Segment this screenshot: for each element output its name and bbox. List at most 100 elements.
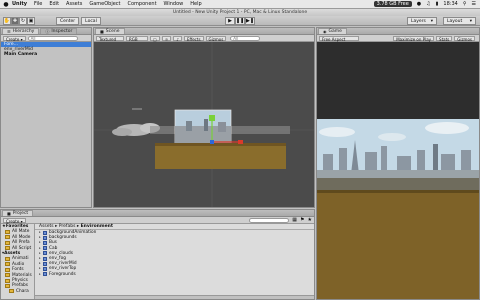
clock[interactable]: 18:34 bbox=[443, 1, 457, 7]
game-cloud bbox=[319, 127, 355, 137]
project-create-label: Create bbox=[6, 218, 20, 224]
project-search-input[interactable] bbox=[249, 217, 290, 223]
draw-mode-dropdown[interactable]: Textured bbox=[96, 35, 124, 42]
filter-label-icon[interactable]: ⚑ bbox=[300, 217, 304, 223]
menu-component[interactable]: Component bbox=[128, 1, 157, 7]
scene-viewport[interactable] bbox=[94, 42, 314, 207]
breadcrumb-item[interactable]: Assets bbox=[39, 224, 54, 229]
game-wall bbox=[317, 178, 479, 190]
prefab-icon bbox=[43, 266, 47, 271]
menu-file[interactable]: File bbox=[34, 1, 42, 7]
pivot-center-toggle[interactable]: Center bbox=[56, 17, 80, 25]
menu-help[interactable]: Help bbox=[190, 1, 201, 7]
tab-game[interactable]: ◉ Game bbox=[318, 28, 347, 34]
apple-menu-icon[interactable]: ● bbox=[0, 1, 12, 8]
scale-tool-button[interactable]: ▣ bbox=[27, 17, 35, 25]
menu-unity[interactable]: Unity bbox=[12, 1, 27, 7]
move-tool-button[interactable]: ✚ bbox=[11, 17, 19, 25]
pivot-center-label: Center bbox=[60, 18, 76, 24]
sprite-outline bbox=[132, 108, 142, 110]
play-controls: ▶ ❚❚ ▶❚ bbox=[225, 17, 255, 25]
aspect-dropdown[interactable]: Free Aspect bbox=[319, 35, 359, 42]
game-ground-edge bbox=[317, 190, 479, 193]
menu-gameobject[interactable]: GameObject bbox=[89, 1, 120, 7]
asset-list-scrollbar[interactable] bbox=[35, 295, 314, 299]
hierarchy-create-button[interactable]: Create ▾ bbox=[3, 35, 26, 42]
menu-assets[interactable]: Assets bbox=[66, 1, 82, 7]
tree-item[interactable]: Chara bbox=[1, 289, 34, 294]
breadcrumb-item[interactable]: Prefabs bbox=[59, 224, 76, 229]
prefab-icon bbox=[43, 246, 47, 251]
hierarchy-search-input[interactable]: All bbox=[27, 35, 78, 41]
tab-project[interactable]: ■ Project bbox=[2, 210, 34, 216]
scene-subbar: Textured RGB ▢ ☼ ♪ Effects Gizmos All bbox=[94, 35, 314, 42]
step-button[interactable]: ▶❚ bbox=[245, 17, 255, 25]
draw-mode-label: Textured bbox=[99, 36, 117, 42]
stats-toggle[interactable]: Stats bbox=[436, 35, 453, 42]
2d-toggle[interactable]: ▢ bbox=[150, 35, 160, 42]
wifi-icon[interactable]: ● bbox=[417, 1, 421, 7]
rotate-tool-button[interactable]: ↻ bbox=[19, 17, 27, 25]
hand-tool-button[interactable]: ✋ bbox=[3, 17, 11, 25]
tab-inspector[interactable]: ⓘ Inspector bbox=[40, 28, 78, 34]
camera-preview-sprite[interactable] bbox=[174, 109, 232, 144]
notification-center-icon[interactable]: ☰ bbox=[472, 1, 476, 7]
menu-window[interactable]: Window bbox=[164, 1, 184, 7]
prefab-icon bbox=[43, 240, 47, 245]
play-icon: ▶ bbox=[228, 18, 232, 24]
star-icon[interactable]: ★ bbox=[308, 217, 312, 223]
layers-dropdown[interactable]: Layers ▾ bbox=[407, 17, 437, 25]
scene-search-input[interactable]: All bbox=[230, 35, 261, 41]
ground-sprite[interactable] bbox=[155, 143, 286, 169]
prefab-icon bbox=[43, 272, 47, 277]
status-area: 3.78 GB Free ● ♫ ▮ 18:34 ⚲ ☰ bbox=[369, 1, 480, 7]
game-panel: ◉ Game Free Aspect Maximize on Play Stat… bbox=[316, 27, 480, 300]
hierarchy-item[interactable]: Main Camera bbox=[1, 52, 91, 57]
pivot-local-toggle[interactable]: Local bbox=[81, 17, 101, 25]
move-icon: ✚ bbox=[12, 18, 18, 24]
game-viewport[interactable] bbox=[317, 42, 479, 299]
scale-icon: ▣ bbox=[28, 18, 34, 24]
stats-label: Stats bbox=[439, 36, 450, 42]
window-title: Untitled - New Unity Project 1 - PC, Mac… bbox=[0, 9, 480, 16]
battery-icon[interactable]: ▮ bbox=[436, 1, 439, 7]
folder-icon bbox=[5, 267, 10, 272]
scene-icon: ■ bbox=[100, 28, 104, 34]
game-gizmos-dropdown[interactable]: Gizmos bbox=[454, 35, 475, 42]
speaker-icon: ♪ bbox=[176, 36, 179, 42]
prefab-icon bbox=[43, 251, 47, 256]
hand-icon: ✋ bbox=[3, 18, 11, 24]
chevron-down-icon: ▾ bbox=[430, 18, 433, 24]
layout-dropdown[interactable]: Layout ▾ bbox=[443, 17, 476, 25]
asset-item[interactable]: ▸ Foregrounds bbox=[35, 272, 314, 277]
pause-button[interactable]: ❚❚ bbox=[235, 17, 245, 25]
scene-gizmos-dropdown[interactable]: Gizmos bbox=[205, 35, 227, 42]
maximize-on-play-toggle[interactable]: Maximize on Play bbox=[393, 35, 435, 42]
audio-toggle[interactable]: ♪ bbox=[173, 35, 182, 42]
filter-type-icon[interactable]: ▦ bbox=[292, 217, 297, 223]
menu-edit[interactable]: Edit bbox=[49, 1, 59, 7]
layout-label: Layout bbox=[447, 18, 463, 24]
prefab-icon bbox=[43, 235, 47, 240]
pivot-group: Center Local bbox=[56, 17, 103, 25]
effects-dropdown[interactable]: Effects bbox=[183, 35, 204, 42]
render-mode-dropdown[interactable]: RGB bbox=[126, 35, 148, 42]
tab-hierarchy[interactable]: ☰ Hierarchy bbox=[2, 28, 40, 34]
layers-label: Layers bbox=[411, 18, 426, 24]
folder-icon bbox=[5, 262, 10, 267]
tree-item-label: Chara bbox=[16, 288, 29, 294]
play-button[interactable]: ▶ bbox=[225, 17, 235, 25]
breadcrumb-item[interactable]: Environment bbox=[81, 224, 113, 229]
scene-tabbar: ■ Scene bbox=[94, 28, 314, 35]
prefab-icon bbox=[43, 230, 47, 235]
lighting-toggle[interactable]: ☼ bbox=[161, 35, 172, 42]
search-folder-icon bbox=[5, 235, 10, 240]
scene-canvas[interactable] bbox=[94, 42, 315, 208]
project-create-button[interactable]: Create ▾ bbox=[3, 217, 26, 224]
spotlight-search-icon[interactable]: ⚲ bbox=[463, 1, 467, 7]
scene-gizmos-label: Gizmos bbox=[208, 36, 224, 42]
folder-icon bbox=[5, 257, 10, 262]
tab-game-label: Game bbox=[328, 28, 342, 34]
volume-icon[interactable]: ♫ bbox=[426, 1, 430, 7]
tab-scene[interactable]: ■ Scene bbox=[95, 28, 125, 34]
